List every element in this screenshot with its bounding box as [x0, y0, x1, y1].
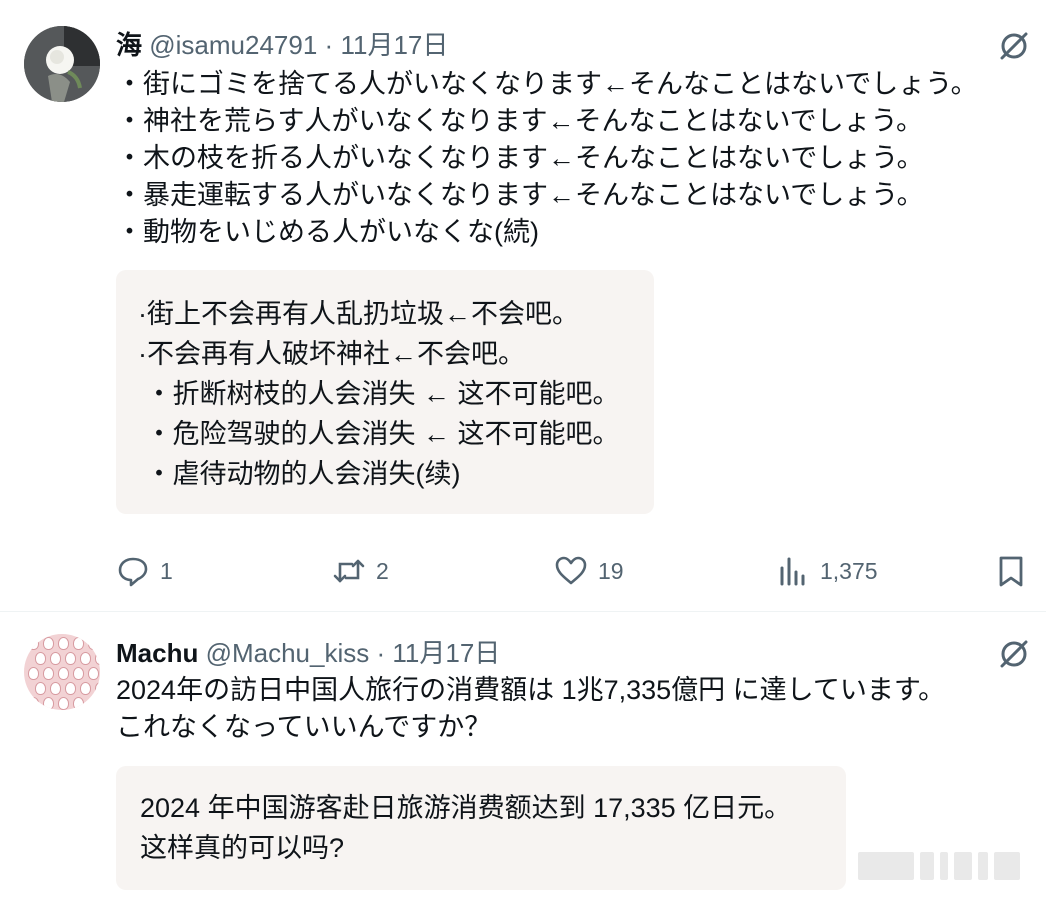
user-handle[interactable]: @isamu24791 [149, 30, 317, 60]
retweet-icon [333, 559, 365, 583]
text-line: ・神社を荒らす人がいなくなります←そんなことはないでしょう。 [116, 106, 924, 136]
reply-icon [118, 557, 148, 587]
text-line: ・街にゴミを捨てる人がいなくなります←そんなことはないでしょう。 [116, 69, 978, 99]
avatar-pattern-dot [35, 682, 46, 695]
translation-line: ·街上不会再有人乱扔垃圾←不会吧。 [138, 299, 579, 329]
translation-line: ・折断树枝的人会消失 ← 这不可能吧。 [138, 379, 620, 409]
like-count: 19 [598, 557, 624, 584]
avatar[interactable] [24, 634, 100, 710]
like-button[interactable]: 19 [554, 548, 624, 594]
text-line: 2024年の訪日中国人旅行の消費額は 1兆7,335億円 に達しています。 [116, 675, 946, 705]
separator-dot: · [324, 30, 334, 60]
avatar-pattern-dot [43, 697, 54, 710]
translation-line: 2024 年中国游客赴日旅游消费额达到 17,335 亿日元。 [140, 793, 792, 823]
translation-line: ・虐待动物的人会消失(续) [138, 459, 461, 489]
avatar-pattern-dot [28, 697, 39, 710]
like-icon [555, 556, 587, 585]
avatar-pattern-dot [58, 697, 69, 710]
avatar-pattern-dot [28, 637, 39, 650]
avatar-pattern-dot [95, 652, 100, 665]
post-text: 2024年の訪日中国人旅行の消費額は 1兆7,335億円 に達しています。 これ… [116, 672, 945, 746]
watermark [858, 850, 1026, 882]
retweet-button[interactable]: 2 [332, 548, 389, 594]
post-1: 海 @isamu24791 · 11月17日 ・街にゴミを捨てる人がいなくなりま… [0, 0, 1046, 612]
views-button[interactable]: 1,375 [776, 548, 878, 594]
post-text: ・街にゴミを捨てる人がいなくなります←そんなことはないでしょう。 ・神社を荒らす… [116, 66, 978, 251]
reply-count: 1 [160, 557, 173, 584]
translate-icon[interactable] [996, 28, 1032, 64]
avatar-pattern-dot [43, 667, 54, 680]
avatar-pattern-dot [58, 667, 69, 680]
bookmark-icon [999, 556, 1023, 587]
views-icon [780, 557, 805, 586]
bookmark-button[interactable] [994, 548, 1028, 594]
translation-box: 2024 年中国游客赴日旅游消费额达到 17,335 亿日元。 这样真的可以吗? [116, 766, 846, 890]
avatar[interactable] [24, 26, 100, 102]
post-header: 海 @isamu24791 · 11月17日 [116, 30, 448, 60]
text-line: これなくなっていいんですか？ [116, 712, 492, 742]
text-line: ・木の枝を折る人がいなくなります←そんなことはないでしょう。 [116, 143, 924, 173]
post-date[interactable]: 11月17日 [340, 30, 448, 60]
retweet-count: 2 [376, 557, 389, 584]
views-count: 1,375 [820, 557, 878, 584]
avatar-pattern-dot [80, 682, 91, 695]
avatar-pattern-dot [58, 637, 69, 650]
avatar-pattern-dot [50, 652, 61, 665]
avatar-pattern-dot [28, 667, 39, 680]
avatar-pattern-dot [88, 697, 99, 710]
avatar-pattern-dot [73, 637, 84, 650]
translation-line: ·不会再有人破坏神社←不会吧。 [138, 339, 525, 369]
avatar-pattern-dot [35, 652, 46, 665]
translation-line: 这样真的可以吗? [140, 833, 345, 863]
display-name[interactable]: Machu [116, 638, 198, 668]
avatar-pattern-dot [65, 652, 76, 665]
avatar-pattern-dot [50, 682, 61, 695]
avatar-pattern-dot [65, 682, 76, 695]
avatar-pattern-dot [88, 637, 99, 650]
display-name[interactable]: 海 [116, 30, 142, 60]
avatar-pattern-dot [80, 652, 91, 665]
translate-icon[interactable] [996, 636, 1032, 672]
avatar-pattern-dot [88, 667, 99, 680]
avatar-pattern-dot [73, 667, 84, 680]
user-handle[interactable]: @Machu_kiss [206, 638, 370, 668]
avatar-pattern-dot [73, 697, 84, 710]
post-date[interactable]: 11月17日 [392, 638, 500, 668]
avatar-pattern-dot [95, 682, 100, 695]
text-line: ・暴走運転する人がいなくなります←そんなことはないでしょう。 [116, 180, 924, 210]
text-line: ・動物をいじめる人がいなくな(続) [116, 217, 539, 247]
action-bar: 1 2 19 1,375 [0, 548, 1046, 594]
translation-box: ·街上不会再有人乱扔垃圾←不会吧。 ·不会再有人破坏神社←不会吧。 ・折断树枝的… [116, 270, 654, 514]
avatar-pattern-dot [43, 637, 54, 650]
translation-line: ・危险驾驶的人会消失 ← 这不可能吧。 [138, 419, 620, 449]
separator-dot: · [376, 638, 386, 668]
post-header: Machu @Machu_kiss · 11月17日 [116, 638, 500, 668]
reply-button[interactable]: 1 [116, 548, 173, 594]
